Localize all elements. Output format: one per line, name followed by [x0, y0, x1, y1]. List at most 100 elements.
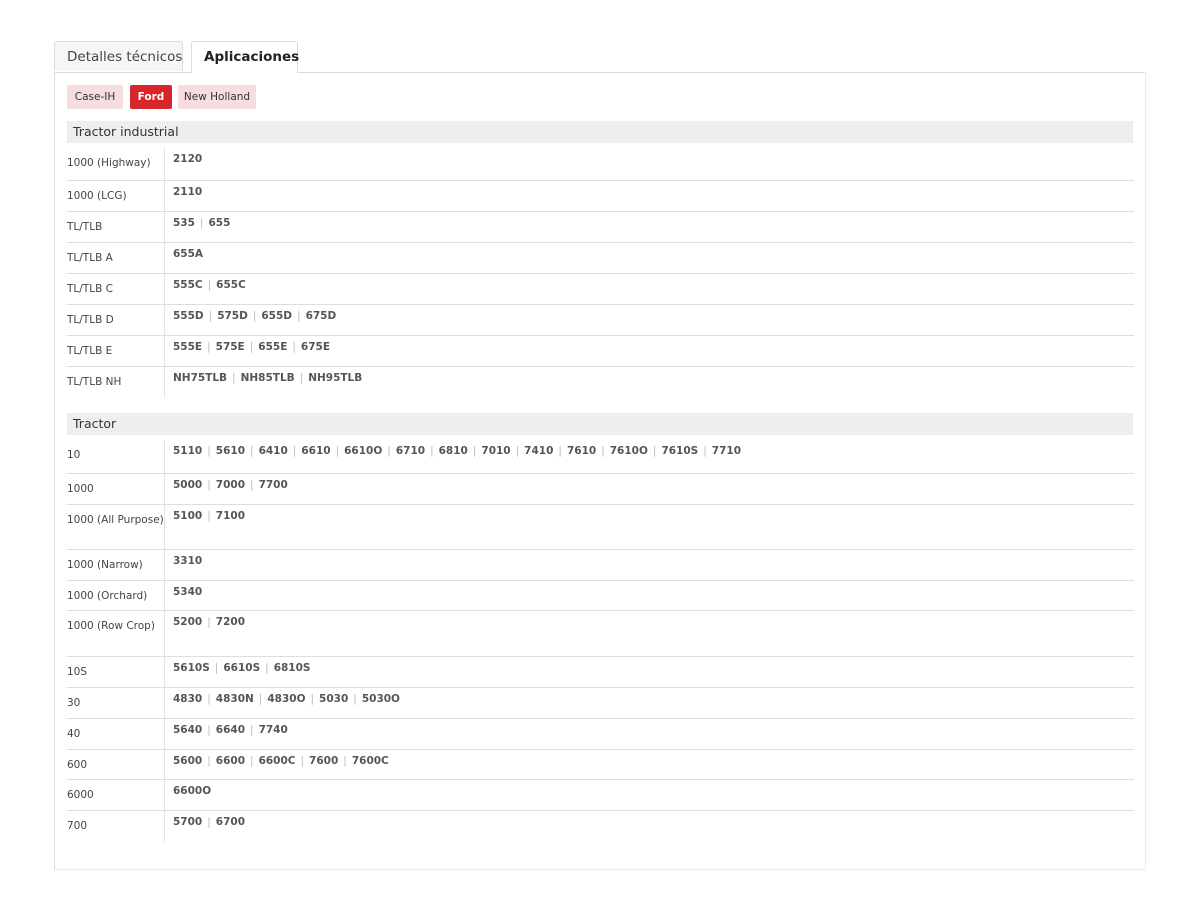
model-list: 5340	[173, 581, 1134, 599]
model-link[interactable]: 5030	[319, 693, 348, 705]
model-link[interactable]: NH95TLB	[308, 372, 362, 384]
model-link[interactable]: 6710	[396, 445, 425, 457]
series-label: TL/TLB	[67, 212, 165, 242]
brand-button-case-ih[interactable]: Case-IH	[67, 85, 123, 109]
model-link[interactable]: 7100	[216, 510, 245, 522]
model-link[interactable]: 7000	[216, 479, 245, 491]
model-link[interactable]: 5700	[173, 816, 202, 828]
model-link[interactable]: 3310	[173, 555, 202, 567]
model-link[interactable]: 4830O	[267, 693, 305, 705]
model-link[interactable]: 7610	[567, 445, 596, 457]
model-link[interactable]: 655C	[216, 279, 246, 291]
model-link[interactable]: 7010	[481, 445, 510, 457]
model-link[interactable]: 5200	[173, 616, 202, 628]
model-link[interactable]: 7610O	[610, 445, 648, 457]
model-link[interactable]: 2120	[173, 153, 202, 165]
model-link[interactable]: 6610O	[344, 445, 382, 457]
model-link[interactable]: 4830N	[216, 693, 254, 705]
model-separator: |	[601, 445, 605, 457]
series-label: 1000 (Narrow)	[67, 550, 165, 580]
model-link[interactable]: 5030O	[362, 693, 400, 705]
model-link[interactable]: 5610S	[173, 662, 210, 674]
series-label: 700	[67, 811, 165, 842]
model-link[interactable]: 7700	[259, 479, 288, 491]
model-link[interactable]: 6700	[216, 816, 245, 828]
model-link[interactable]: 655	[208, 217, 230, 229]
model-link[interactable]: 555D	[173, 310, 204, 322]
series-label: 1000 (LCG)	[67, 181, 165, 211]
application-row: TL/TLB 535 | 655	[67, 212, 1134, 243]
model-link[interactable]: 7600C	[352, 755, 389, 767]
model-separator: |	[558, 445, 562, 457]
application-row: 40 5640 | 6640 | 7740	[67, 719, 1134, 750]
model-link[interactable]: 5640	[173, 724, 202, 736]
model-link[interactable]: 7610S	[661, 445, 698, 457]
model-link[interactable]: 6810S	[274, 662, 311, 674]
model-separator: |	[297, 310, 301, 322]
model-link[interactable]: 7600	[309, 755, 338, 767]
model-link[interactable]: 5600	[173, 755, 202, 767]
model-link[interactable]: 5340	[173, 586, 202, 598]
model-link[interactable]: 6600	[216, 755, 245, 767]
application-row: 1000 (LCG) 2110	[67, 181, 1134, 212]
brand-button-new-holland[interactable]: New Holland	[178, 85, 256, 109]
model-link[interactable]: 7200	[216, 616, 245, 628]
model-separator: |	[207, 445, 211, 457]
model-separator: |	[207, 510, 211, 522]
model-link[interactable]: 535	[173, 217, 195, 229]
model-link[interactable]: 6600C	[259, 755, 296, 767]
model-link[interactable]: 555E	[173, 341, 202, 353]
model-list: 4830 | 4830N | 4830O | 5030 | 5030O	[173, 688, 1134, 706]
model-link[interactable]: 6810	[439, 445, 468, 457]
model-link[interactable]: NH75TLB	[173, 372, 227, 384]
series-label: 1000 (Orchard)	[67, 581, 165, 610]
brand-button-ford[interactable]: Ford	[130, 85, 172, 109]
model-separator: |	[249, 341, 254, 353]
application-row: 1000 5000 | 7000 | 7700	[67, 474, 1134, 505]
model-link[interactable]: 655D	[261, 310, 292, 322]
model-separator: |	[250, 445, 254, 457]
model-separator: |	[387, 445, 391, 457]
model-separator: |	[207, 816, 211, 828]
series-label: 30	[67, 688, 165, 718]
model-separator: |	[300, 755, 305, 767]
model-link[interactable]: 5610	[216, 445, 245, 457]
model-separator: |	[652, 445, 657, 457]
tab-aplicaciones[interactable]: Aplicaciones	[191, 41, 299, 73]
application-row: 10S 5610S | 6610S | 6810S	[67, 657, 1134, 688]
model-link[interactable]: 7740	[259, 724, 288, 736]
aplicaciones-panel: Case-IH Ford New Holland Tractor industr…	[54, 72, 1146, 870]
model-link[interactable]: 7410	[524, 445, 553, 457]
model-link[interactable]: 655A	[173, 248, 203, 260]
model-link[interactable]: 6640	[216, 724, 245, 736]
model-link[interactable]: 5000	[173, 479, 202, 491]
series-label: 10	[67, 440, 165, 473]
model-link[interactable]: 6610S	[223, 662, 260, 674]
tab-detalles-tecnicos[interactable]: Detalles técnicos	[54, 41, 183, 71]
model-link[interactable]: 6610	[301, 445, 330, 457]
model-separator: |	[207, 479, 211, 491]
model-link[interactable]: 4830	[173, 693, 202, 705]
model-list: 555D | 575D | 655D | 675D	[173, 305, 1134, 323]
series-label: 6000	[67, 780, 165, 810]
model-link[interactable]: 555C	[173, 279, 203, 291]
model-link[interactable]: 5110	[173, 445, 202, 457]
model-link[interactable]: 7710	[712, 445, 741, 457]
model-link[interactable]: 5100	[173, 510, 202, 522]
series-label: 1000 (Highway)	[67, 148, 165, 180]
model-link[interactable]: 575E	[216, 341, 245, 353]
model-link[interactable]: 655E	[258, 341, 287, 353]
model-link[interactable]: NH85TLB	[241, 372, 295, 384]
model-separator: |	[292, 445, 297, 457]
model-list: 655A	[173, 243, 1134, 261]
model-separator: |	[207, 693, 211, 705]
model-list: 6600O	[173, 780, 1134, 798]
model-link[interactable]: 675E	[301, 341, 330, 353]
model-link[interactable]: 6410	[259, 445, 288, 457]
model-list: 535 | 655	[173, 212, 1134, 230]
model-link[interactable]: 2110	[173, 186, 202, 198]
model-link[interactable]: 6600O	[173, 785, 211, 797]
model-link[interactable]: 575D	[217, 310, 248, 322]
model-link[interactable]: 675D	[306, 310, 337, 322]
model-separator: |	[515, 445, 520, 457]
